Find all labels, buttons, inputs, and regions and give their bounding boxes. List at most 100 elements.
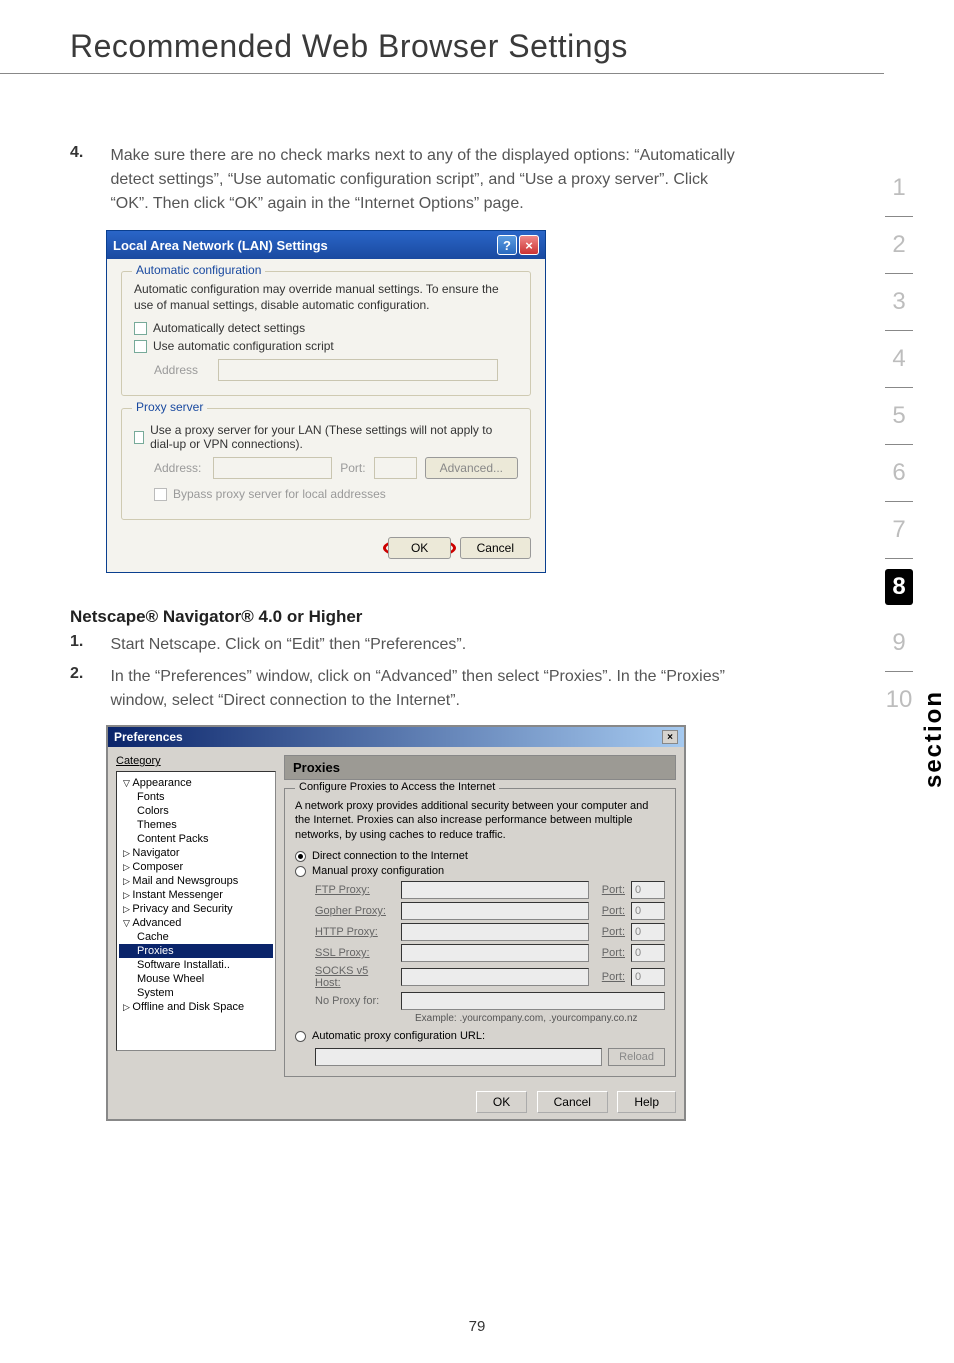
cancel-button[interactable]: Cancel xyxy=(460,537,531,559)
autoconf-address-input xyxy=(218,359,498,381)
section-label: section xyxy=(920,690,948,788)
step4-text: Make sure there are no check marks next … xyxy=(110,144,750,216)
section-nav-8[interactable]: 8 xyxy=(885,569,913,605)
socks-port-input: 0 xyxy=(631,968,665,986)
reload-button: Reload xyxy=(608,1048,665,1066)
tree-mouse-wheel[interactable]: Mouse Wheel xyxy=(119,972,273,986)
panel-heading: Proxies xyxy=(284,755,676,780)
tree-instant-messenger[interactable]: Instant Messenger xyxy=(119,888,273,902)
section-nav-3[interactable]: 3 xyxy=(885,274,913,331)
ssl-port-input: 0 xyxy=(631,944,665,962)
lan-settings-dialog: Local Area Network (LAN) Settings ? × Au… xyxy=(106,230,546,573)
tree-offline-disk[interactable]: Offline and Disk Space xyxy=(119,1000,273,1014)
bypass-label: Bypass proxy server for local addresses xyxy=(173,487,386,501)
close-icon[interactable]: × xyxy=(519,235,539,255)
category-label: Category xyxy=(116,755,276,767)
step-2: 2. In the “Preferences” window, click on… xyxy=(70,665,834,713)
http-port-label: Port: xyxy=(595,926,625,938)
no-proxy-example: Example: .yourcompany.com, .yourcompany.… xyxy=(415,1013,665,1024)
tree-content-packs[interactable]: Content Packs xyxy=(119,832,273,846)
autoconf-address-label: Address xyxy=(154,363,210,377)
automatic-configuration-group: Automatic configuration Automatic config… xyxy=(121,271,531,396)
tree-colors[interactable]: Colors xyxy=(119,804,273,818)
pref-help-button[interactable]: Help xyxy=(617,1091,676,1113)
section-nav-6[interactable]: 6 xyxy=(885,445,913,502)
auto-proxy-url-radio[interactable] xyxy=(295,1031,306,1042)
ok-button[interactable]: OK xyxy=(388,537,451,559)
tree-mail-news[interactable]: Mail and Newsgroups xyxy=(119,874,273,888)
tree-advanced[interactable]: Advanced xyxy=(119,916,273,930)
tree-privacy-security[interactable]: Privacy and Security xyxy=(119,902,273,916)
ssl-proxy-input xyxy=(401,944,589,962)
configure-proxies-group: Configure Proxies to Access the Internet… xyxy=(284,788,676,1077)
advanced-button[interactable]: Advanced... xyxy=(425,457,518,479)
no-proxy-input xyxy=(401,992,665,1010)
step2-text: In the “Preferences” window, click on “A… xyxy=(110,665,750,713)
socks-port-label: Port: xyxy=(595,971,625,983)
tree-composer[interactable]: Composer xyxy=(119,860,273,874)
ssl-port-label: Port: xyxy=(595,947,625,959)
ftp-port-label: Port: xyxy=(595,884,625,896)
step2-number: 2. xyxy=(70,665,106,683)
tree-software-install[interactable]: Software Installati.. xyxy=(119,958,273,972)
pref-ok-button[interactable]: OK xyxy=(476,1091,527,1113)
step-4: 4. Make sure there are no check marks ne… xyxy=(70,144,834,216)
main-content: 4. Make sure there are no check marks ne… xyxy=(0,74,954,1121)
auto-proxy-url-label: Automatic proxy configuration URL: xyxy=(312,1030,485,1042)
lan-titlebar: Local Area Network (LAN) Settings ? × xyxy=(107,231,545,259)
no-proxy-label: No Proxy for: xyxy=(315,995,395,1007)
close-icon[interactable]: × xyxy=(662,730,678,744)
pref-cancel-button[interactable]: Cancel xyxy=(537,1091,608,1113)
auto-proxy-url-input xyxy=(315,1048,602,1066)
pref-fs-desc: A network proxy provides additional secu… xyxy=(295,799,665,842)
section-nav-1[interactable]: 1 xyxy=(885,160,913,217)
auto-detect-checkbox[interactable] xyxy=(134,322,147,335)
http-port-input: 0 xyxy=(631,923,665,941)
netscape-heading: Netscape® Navigator® 4.0 or Higher xyxy=(70,607,834,627)
section-nav-5[interactable]: 5 xyxy=(885,388,913,445)
proxy-port-label: Port: xyxy=(340,461,365,475)
proxy-address-label: Address: xyxy=(154,461,205,475)
tree-proxies[interactable]: Proxies xyxy=(119,944,273,958)
autoconf-legend: Automatic configuration xyxy=(132,263,265,277)
tree-appearance[interactable]: Appearance xyxy=(119,776,273,790)
socks-host-label: SOCKS v5 Host: xyxy=(315,965,395,989)
proxy-legend: Proxy server xyxy=(132,400,207,414)
http-proxy-input xyxy=(401,923,589,941)
help-icon[interactable]: ? xyxy=(497,235,517,255)
lan-title: Local Area Network (LAN) Settings xyxy=(113,238,328,253)
gopher-proxy-input xyxy=(401,902,589,920)
ssl-proxy-label: SSL Proxy: xyxy=(315,947,395,959)
step1-text: Start Netscape. Click on “Edit” then “Pr… xyxy=(110,633,750,657)
gopher-port-input: 0 xyxy=(631,902,665,920)
section-nav-9[interactable]: 9 xyxy=(885,615,913,672)
ftp-proxy-label: FTP Proxy: xyxy=(315,884,395,896)
manual-proxy-radio[interactable] xyxy=(295,866,306,877)
direct-connection-radio[interactable] xyxy=(295,851,306,862)
tree-themes[interactable]: Themes xyxy=(119,818,273,832)
step-1: 1. Start Netscape. Click on “Edit” then … xyxy=(70,633,834,657)
step1-number: 1. xyxy=(70,633,106,651)
use-proxy-checkbox[interactable] xyxy=(134,431,144,444)
use-proxy-label: Use a proxy server for your LAN (These s… xyxy=(150,423,518,451)
bypass-checkbox xyxy=(154,488,167,501)
tree-navigator[interactable]: Navigator xyxy=(119,846,273,860)
pref-titlebar: Preferences × xyxy=(108,727,684,747)
section-nav-10[interactable]: 10 xyxy=(885,672,913,728)
auto-detect-label: Automatically detect settings xyxy=(153,321,305,335)
gopher-port-label: Port: xyxy=(595,905,625,917)
preferences-dialog: Preferences × Category Appearance Fonts … xyxy=(106,725,686,1121)
direct-connection-label: Direct connection to the Internet xyxy=(312,850,468,862)
tree-system[interactable]: System xyxy=(119,986,273,1000)
section-nav-4[interactable]: 4 xyxy=(885,331,913,388)
tree-fonts[interactable]: Fonts xyxy=(119,790,273,804)
ftp-port-input: 0 xyxy=(631,881,665,899)
auto-script-checkbox[interactable] xyxy=(134,340,147,353)
category-tree[interactable]: Appearance Fonts Colors Themes Content P… xyxy=(116,771,276,1051)
section-nav-7[interactable]: 7 xyxy=(885,502,913,559)
tree-cache[interactable]: Cache xyxy=(119,930,273,944)
proxy-server-group: Proxy server Use a proxy server for your… xyxy=(121,408,531,520)
section-nav-2[interactable]: 2 xyxy=(885,217,913,274)
page-title: Recommended Web Browser Settings xyxy=(0,0,884,74)
section-nav: 1 2 3 4 5 6 7 8 9 10 xyxy=(880,160,918,728)
